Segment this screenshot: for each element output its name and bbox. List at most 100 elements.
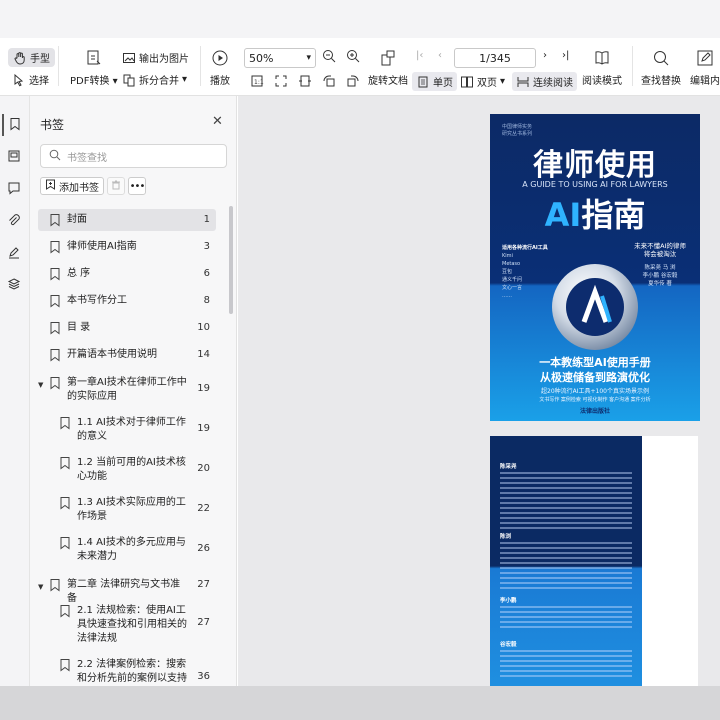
single-page-button[interactable]: 单页 bbox=[412, 72, 457, 91]
bookmark-item[interactable]: 1.2 当前可用的AI技术核心功能 20 bbox=[50, 456, 216, 484]
split-merge-label: 拆分合并 bbox=[139, 76, 179, 87]
cover-tool: 通义千问 bbox=[502, 277, 523, 283]
pdf-convert-icon bbox=[84, 48, 104, 68]
bookmark-item[interactable]: 1.3 AI技术实际应用的工作场景 22 bbox=[50, 496, 216, 524]
author-heading: 陈采尧 bbox=[500, 464, 517, 470]
chevron-left-icon: ‹ bbox=[438, 50, 442, 61]
select-tool-button[interactable]: 选择 bbox=[12, 72, 49, 87]
next-page-button[interactable]: › bbox=[543, 50, 547, 61]
comment-icon bbox=[7, 181, 21, 198]
cover-guide-text: 指南 bbox=[581, 196, 646, 234]
bookmark-search-input[interactable]: 书签查找 bbox=[40, 144, 227, 168]
pen-icon bbox=[7, 245, 21, 262]
rotate-right-icon bbox=[346, 74, 360, 88]
thumbnail-panel-tab[interactable] bbox=[2, 146, 26, 168]
fit-page-icon bbox=[274, 74, 288, 88]
document-view[interactable]: 中国律师实务 研究丛书系列 律师使用 A GUIDE TO USING AI F… bbox=[238, 96, 720, 686]
bookmark-label: 总 序 bbox=[67, 268, 91, 279]
cover-tool: …… bbox=[502, 293, 512, 299]
find-replace-label: 查找替换 bbox=[641, 76, 681, 87]
bookmark-item[interactable]: 1.4 AI技术的多元应用与未来潜力 26 bbox=[50, 536, 216, 564]
zoom-in-button[interactable] bbox=[346, 49, 360, 63]
bookmark-page: 19 bbox=[197, 423, 210, 434]
zoom-select[interactable]: 50% ▾ bbox=[244, 48, 316, 68]
page-number-input[interactable]: 1/345 bbox=[454, 48, 536, 68]
cover-ai-guide: AI指南 bbox=[490, 190, 700, 236]
bookmark-label: 1.2 当前可用的AI技术核心功能 bbox=[77, 457, 186, 482]
bookmark-item[interactable]: ▼ 第一章AI技术在律师工作中的实际应用 19 bbox=[38, 376, 216, 404]
actual-size-button[interactable]: 1:1 bbox=[250, 74, 264, 88]
fit-width-button[interactable] bbox=[298, 74, 312, 88]
bookmark-page: 26 bbox=[197, 543, 210, 554]
bookmark-item[interactable]: 律师使用AI指南 3 bbox=[38, 240, 216, 254]
delete-bookmark-button[interactable] bbox=[107, 177, 125, 195]
expand-arrow-icon[interactable]: ▼ bbox=[38, 378, 48, 392]
bookmark-item[interactable]: 2.2 法律案例检索：搜索和分析先前的案例以支持当前 36 bbox=[50, 658, 216, 686]
first-page-button[interactable]: |‹ bbox=[416, 50, 423, 61]
rotate-document-icon bbox=[378, 48, 398, 68]
bookmark-icon bbox=[58, 658, 72, 672]
cover-tools-heading: 适用各种流行AI工具 bbox=[502, 245, 548, 251]
find-replace-button[interactable]: 查找替换 bbox=[641, 48, 681, 87]
actual-size-icon: 1:1 bbox=[250, 74, 264, 88]
bookmark-label: 第一章AI技术在律师工作中的实际应用 bbox=[67, 377, 187, 402]
cover-line4: 文书写作 案例检索 可视化制作 客户沟通 案件分析 bbox=[539, 397, 651, 403]
rotate-left-button[interactable] bbox=[322, 74, 336, 88]
window-top-strip bbox=[0, 0, 720, 38]
bookmark-label: 目 录 bbox=[67, 322, 91, 333]
chevron-down-icon: ▾ bbox=[182, 74, 188, 85]
bottom-band bbox=[0, 686, 720, 720]
layers-icon bbox=[7, 277, 21, 294]
expand-arrow-icon[interactable]: ▼ bbox=[38, 580, 48, 594]
last-page-icon: ›| bbox=[562, 50, 570, 61]
split-merge-button[interactable]: 拆分合并 ▾ bbox=[122, 72, 187, 87]
bookmark-item[interactable]: 1.1 AI技术对于律师工作的意义 19 bbox=[50, 416, 216, 444]
bookmark-icon bbox=[48, 376, 62, 390]
layers-panel-tab[interactable] bbox=[2, 274, 26, 296]
bookmark-icon bbox=[48, 321, 62, 335]
bookmark-scrollbar[interactable] bbox=[229, 206, 233, 314]
bookmark-item[interactable]: 开篇语本书使用说明 14 bbox=[38, 348, 216, 362]
add-bookmark-button[interactable]: 添加书签 bbox=[40, 177, 104, 195]
bookmark-page: 10 bbox=[197, 322, 210, 333]
author-heading: 李小鹏 bbox=[500, 598, 517, 604]
bookmark-item[interactable]: 本书写作分工 8 bbox=[38, 294, 216, 308]
close-icon[interactable]: ✕ bbox=[212, 114, 223, 129]
double-page-button[interactable]: 双页 ▾ bbox=[460, 74, 505, 89]
previous-page-button[interactable]: ‹ bbox=[438, 50, 442, 61]
bookmark-icon bbox=[8, 117, 22, 134]
rotate-right-button[interactable] bbox=[346, 74, 360, 88]
bookmark-item[interactable]: 2.1 法规检索：使用AI工具快速查找和引用相关的法律法规 27 bbox=[50, 604, 216, 646]
export-image-button[interactable]: 输出为图片 bbox=[122, 50, 189, 65]
bookmark-item[interactable]: 总 序 6 bbox=[38, 267, 216, 281]
bookmark-panel-tab[interactable] bbox=[2, 114, 26, 136]
signature-panel-tab[interactable] bbox=[2, 242, 26, 264]
edit-content-label: 编辑内 bbox=[690, 76, 720, 87]
reading-mode-button[interactable]: 阅读模式 bbox=[582, 48, 622, 87]
play-button[interactable]: 播放 bbox=[210, 48, 230, 87]
edit-content-button[interactable]: 编辑内 bbox=[690, 48, 720, 87]
pdf-convert-button[interactable]: PDF转换 ▾ bbox=[70, 48, 118, 87]
bookmark-icon bbox=[58, 496, 72, 510]
play-icon bbox=[210, 48, 230, 68]
thumbnail-icon bbox=[7, 149, 21, 166]
cover-tool: Kimi bbox=[502, 253, 513, 259]
continuous-reading-button[interactable]: 连续阅读 bbox=[512, 72, 577, 91]
comment-panel-tab[interactable] bbox=[2, 178, 26, 200]
bookmark-label: 第二章 法律研究与文书准备 bbox=[67, 579, 181, 604]
bookmark-item[interactable]: 封面 1 bbox=[38, 209, 216, 231]
fit-page-button[interactable] bbox=[274, 74, 288, 88]
hand-tool-button[interactable]: 手型 bbox=[8, 48, 55, 67]
last-page-button[interactable]: ›| bbox=[562, 50, 569, 61]
chevron-right-icon: › bbox=[543, 50, 547, 61]
bookmark-item[interactable]: ▼ 第二章 法律研究与文书准备 27 bbox=[38, 578, 216, 606]
attachment-panel-tab[interactable] bbox=[2, 210, 26, 232]
rotate-document-button[interactable]: 旋转文档 bbox=[368, 48, 408, 87]
chevron-down-icon: ▾ bbox=[500, 76, 506, 87]
zoom-out-button[interactable] bbox=[322, 49, 336, 63]
double-page-label: 双页 bbox=[477, 78, 497, 89]
pdf-convert-label: PDF转换 bbox=[70, 76, 110, 87]
bookmark-item[interactable]: 目 录 10 bbox=[38, 321, 216, 335]
more-options-button[interactable]: ••• bbox=[128, 177, 146, 195]
cover-title: 律师使用 bbox=[533, 148, 657, 183]
